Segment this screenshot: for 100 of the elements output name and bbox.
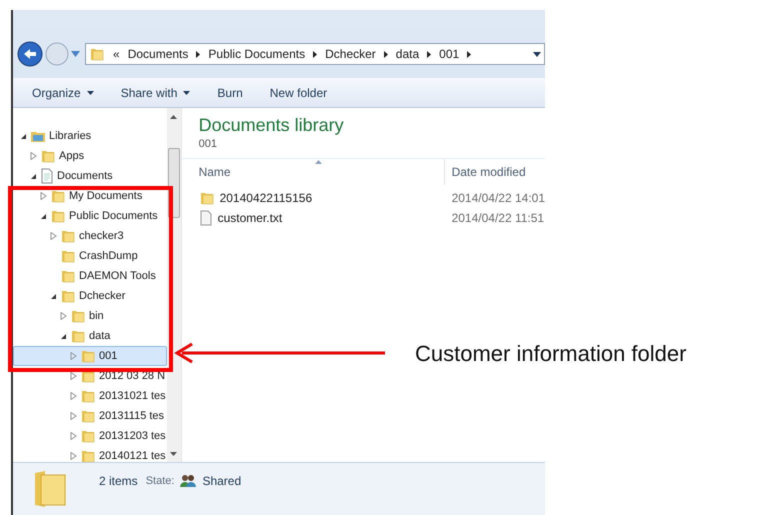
library-title: Documents library — [198, 114, 345, 136]
tree-item-label: 20131021 tes — [99, 388, 166, 404]
text-file-icon — [198, 210, 213, 226]
tree-item-label: Documents — [57, 168, 113, 184]
tree-item[interactable]: bin — [13, 306, 167, 326]
tree-item-label: bin — [89, 308, 104, 324]
dropdown-arrow-icon[interactable] — [533, 52, 541, 56]
chevron-icon[interactable] — [427, 50, 432, 58]
folder-icon — [70, 308, 86, 324]
breadcrumb[interactable]: 001 — [439, 45, 460, 63]
folder-icon — [60, 228, 76, 244]
collapsed-triangle-icon[interactable] — [30, 152, 37, 160]
scroll-up-icon[interactable] — [170, 115, 178, 119]
document-icon — [40, 168, 54, 184]
history-dropdown-icon[interactable] — [71, 51, 80, 57]
caret-icon — [183, 90, 190, 94]
tree-item[interactable]: CrashDump — [13, 246, 167, 266]
folder-icon — [60, 288, 76, 304]
expanded-triangle-icon[interactable] — [50, 292, 57, 300]
tree-item-label: CrashDump — [79, 248, 138, 264]
toolbar-button[interactable]: Burn — [217, 84, 243, 102]
annotation-label: Customer information folder — [415, 340, 686, 368]
overflow-chevron[interactable]: « — [113, 45, 120, 63]
tree-item-label: 001 — [99, 348, 118, 364]
collapsed-triangle-icon[interactable] — [70, 432, 77, 440]
chevron-icon[interactable] — [313, 50, 318, 58]
file-name[interactable]: 20140422115156 — [220, 189, 312, 207]
tree-item-label: 20131115 tes — [99, 408, 164, 424]
tree-item[interactable]: 001 — [13, 346, 167, 366]
chevron-icon[interactable] — [196, 50, 200, 58]
folder-icon — [80, 428, 96, 444]
column-header[interactable]: Date modified — [444, 163, 526, 181]
chevron-icon[interactable] — [384, 50, 388, 58]
folder-icon — [70, 328, 86, 344]
tree-item-label: My Documents — [69, 188, 142, 204]
collapsed-triangle-icon[interactable] — [50, 232, 57, 240]
folder-icon — [80, 348, 96, 364]
folder-icon — [50, 208, 66, 224]
folder-icon — [198, 190, 215, 206]
folder-icon — [40, 148, 56, 164]
collapsed-triangle-icon[interactable] — [70, 412, 77, 420]
breadcrumb[interactable]: Documents — [128, 45, 188, 63]
library-subtitle: 001 — [198, 137, 218, 152]
tree-item[interactable]: data — [13, 326, 167, 346]
folder-icon — [80, 388, 96, 404]
expanded-triangle-icon[interactable] — [40, 212, 47, 220]
folder-icon — [89, 46, 105, 62]
expanded-triangle-icon[interactable] — [30, 172, 37, 180]
expanded-triangle-icon[interactable] — [20, 132, 27, 140]
users-icon — [180, 474, 196, 488]
column-header[interactable]: Name — [182, 159, 445, 185]
share-state: Shared — [202, 473, 242, 490]
tree-item-label: Libraries — [49, 128, 92, 144]
tree-item[interactable]: Dchecker — [13, 286, 167, 306]
tree-item[interactable]: 20131021 tes — [13, 386, 167, 406]
tree-item-label: data — [89, 328, 110, 344]
collapsed-triangle-icon[interactable] — [70, 452, 77, 460]
collapsed-triangle-icon[interactable] — [70, 372, 77, 380]
tree-item[interactable]: Documents — [13, 166, 167, 186]
tree-item-label: Public Documents — [69, 208, 158, 224]
folder-icon — [60, 248, 76, 264]
folder-icon — [60, 268, 76, 284]
toolbar-button[interactable]: New folder — [270, 84, 328, 102]
date-modified: 2014/04/22 14:01 — [450, 190, 545, 207]
tree-item[interactable]: Apps — [13, 146, 167, 166]
file-name[interactable]: customer.txt — [218, 209, 282, 227]
tree-item[interactable]: Libraries — [13, 126, 167, 146]
scroll-down-icon[interactable] — [170, 452, 178, 456]
breadcrumb[interactable]: Public Documents — [208, 45, 306, 63]
toolbar-button[interactable]: Organize — [32, 84, 94, 102]
folder-icon — [80, 408, 96, 424]
back-button-icon[interactable] — [17, 41, 43, 67]
tree-item[interactable]: Public Documents — [13, 206, 167, 226]
tree-item[interactable]: 20131115 tes — [13, 406, 167, 426]
toolbar-button[interactable]: Share with — [120, 84, 190, 102]
tree-item[interactable]: 20131203 tes — [13, 426, 167, 446]
tree-item[interactable]: DAEMON Tools — [13, 266, 167, 286]
breadcrumb[interactable]: data — [396, 45, 420, 63]
tree-item-label: 20140121 tes — [99, 448, 166, 464]
tree-item-label: checker3 — [79, 228, 124, 244]
state-label: State: — [146, 474, 174, 489]
collapsed-triangle-icon[interactable] — [40, 192, 47, 200]
tree-item-label: Apps — [59, 148, 84, 164]
tree-item-label: 20131203 tes — [99, 428, 166, 444]
sort-arrow-icon — [314, 160, 322, 164]
item-count: 2 items — [99, 473, 138, 490]
address-bar[interactable]: « Documents Public Documents Dchecker data 001 — [85, 43, 545, 65]
date-modified: 2014/04/22 11:51 — [450, 210, 544, 227]
chevron-icon[interactable] — [467, 50, 472, 58]
folder-icon — [80, 448, 96, 464]
collapsed-triangle-icon[interactable] — [70, 392, 77, 400]
collapsed-triangle-icon[interactable] — [60, 312, 67, 320]
caret-icon — [86, 90, 94, 94]
tree-item-label: Dchecker — [79, 288, 126, 304]
expanded-triangle-icon[interactable] — [60, 332, 67, 340]
tree-item[interactable]: My Documents — [13, 186, 167, 206]
breadcrumb[interactable]: Dchecker — [325, 45, 376, 63]
folder-icon — [50, 188, 66, 204]
tree-item[interactable]: 20140121 tes — [13, 446, 167, 466]
tree-item[interactable]: checker3 — [13, 226, 167, 246]
